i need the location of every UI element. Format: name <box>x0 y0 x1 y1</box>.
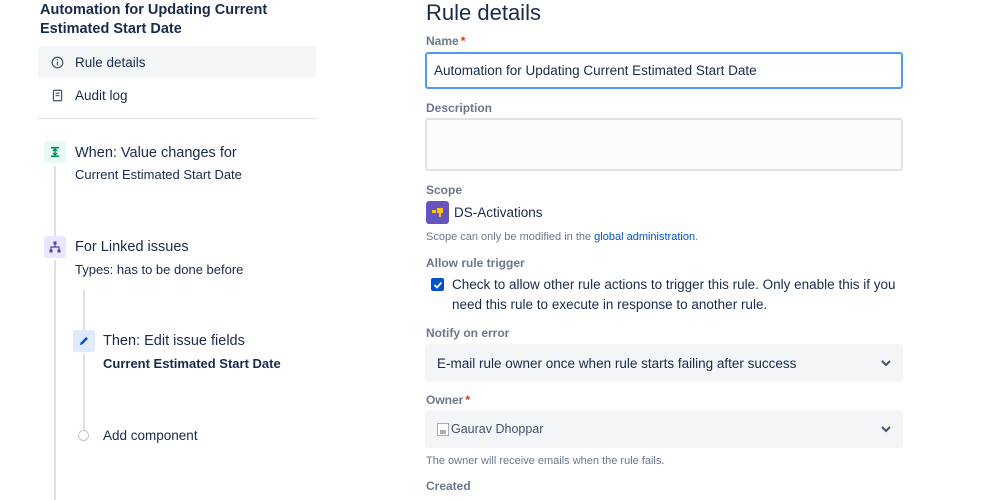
broken-image-icon <box>437 422 449 436</box>
page-title: Rule details <box>426 0 541 25</box>
allow-rule-trigger-label: Allow rule trigger <box>426 256 525 270</box>
owner-name: Gaurav Dhoppar <box>451 422 544 436</box>
trigger-component-subtitle: Current Estimated Start Date <box>75 167 242 182</box>
nav-item-audit-log[interactable]: Audit log <box>38 79 316 111</box>
allow-rule-trigger-text: Check to allow other rule actions to tri… <box>452 277 896 312</box>
scope-label: Scope <box>426 183 463 197</box>
required-marker: * <box>460 34 466 48</box>
add-component-dot-icon <box>78 430 89 441</box>
owner-select[interactable]: Gaurav Dhoppar <box>425 410 903 448</box>
info-icon <box>50 55 64 69</box>
chevron-down-icon <box>881 426 891 433</box>
rule-title: Automation for Updating Current Estimate… <box>40 2 268 37</box>
required-marker: * <box>465 393 471 407</box>
branch-component-title[interactable]: For Linked issues <box>75 239 189 255</box>
project-avatar-icon <box>426 201 449 224</box>
nav-item-rule-details[interactable]: Rule details <box>38 46 316 78</box>
branch-connector-line <box>83 354 85 430</box>
scope-project-name: DS-Activations <box>454 205 543 220</box>
notify-on-error-select[interactable]: E-mail rule owner once when rule starts … <box>425 344 903 382</box>
owner-avatar: Gaurav Dhoppar <box>437 422 543 436</box>
pencil-icon <box>73 330 95 352</box>
scope-value: DS-Activations <box>426 201 543 224</box>
name-label: Name * <box>426 34 466 48</box>
action-component-title[interactable]: Then: Edit issue fields <box>103 333 245 349</box>
add-component-link[interactable]: Add component <box>103 428 198 443</box>
allow-rule-trigger-checkbox[interactable] <box>431 278 444 291</box>
checkmark-icon <box>433 281 442 289</box>
scope-helper-text: Scope can only be modified in the global… <box>426 231 699 243</box>
branch-connector-line <box>83 290 85 330</box>
action-component-subtitle: Current Estimated Start Date <box>103 356 281 371</box>
owner-helper-text: The owner will receive emails when the r… <box>426 455 665 467</box>
flow-connector-line <box>54 166 56 236</box>
notify-on-error-label: Notify on error <box>426 326 510 340</box>
branch-component-subtitle: Types: has to be done before <box>75 262 244 277</box>
owner-label: Owner * <box>426 393 471 407</box>
flow-connector-line <box>54 260 56 500</box>
chevron-down-icon <box>881 360 891 367</box>
created-label: Created <box>426 479 471 493</box>
audit-log-icon <box>50 88 64 102</box>
notify-on-error-value: E-mail rule owner once when rule starts … <box>437 355 797 371</box>
rule-name-input[interactable] <box>425 52 903 89</box>
description-label: Description <box>426 101 493 115</box>
trigger-component-title[interactable]: When: Value changes for <box>75 145 237 161</box>
field-change-icon <box>44 141 66 163</box>
branch-icon <box>44 236 66 258</box>
nav-divider <box>38 118 316 119</box>
nav-item-label: Audit log <box>75 87 128 103</box>
nav-item-label: Rule details <box>75 54 146 70</box>
global-administration-link[interactable]: global administration <box>594 231 695 243</box>
description-textarea[interactable] <box>425 118 903 171</box>
